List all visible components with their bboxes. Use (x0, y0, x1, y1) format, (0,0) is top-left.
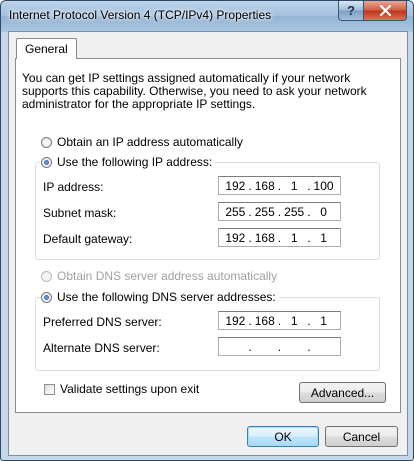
octet-dot: . (277, 178, 282, 193)
octet: 192 (225, 230, 246, 245)
dialog-window: Internet Protocol Version 4 (TCP/IPv4) P… (0, 0, 414, 461)
octet-dot: . (307, 230, 311, 245)
octet-dot: . (277, 204, 282, 219)
octet: 168 (254, 313, 275, 328)
octet-dot: . (307, 339, 311, 354)
use-following-ip-radio[interactable]: Use the following IP address: (41, 155, 216, 169)
title-bar[interactable]: Internet Protocol Version 4 (TCP/IPv4) P… (1, 1, 413, 31)
close-button[interactable] (363, 1, 407, 21)
octet: 168 (254, 230, 275, 245)
default-gateway-label: Default gateway: (43, 232, 133, 246)
general-tab-panel: You can get IP settings assigned automat… (15, 58, 401, 413)
octet: 100 (313, 178, 334, 193)
use-following-dns-label: Use the following DNS server addresses: (57, 290, 276, 304)
ok-button[interactable]: OK (247, 426, 319, 447)
advanced-button[interactable]: Advanced... (299, 382, 386, 403)
help-button[interactable]: ? (338, 1, 364, 21)
octet: 0 (320, 204, 327, 219)
use-following-ip-label: Use the following IP address: (57, 155, 213, 169)
obtain-ip-auto-label: Obtain an IP address automatically (57, 135, 243, 149)
radio-circle (41, 136, 52, 148)
octet: 192 (225, 178, 246, 193)
octet-dot: . (277, 230, 282, 245)
octet-dot: . (277, 339, 282, 354)
cancel-button[interactable]: Cancel (325, 426, 398, 447)
validate-settings-checkbox[interactable]: Validate settings upon exit (44, 382, 199, 396)
description-text: You can get IP settings assigned automat… (22, 71, 367, 111)
close-icon (379, 5, 391, 16)
obtain-ip-auto-radio[interactable]: Obtain an IP address automatically (41, 135, 243, 149)
octet: 255 (225, 204, 246, 219)
octet-dot: . (307, 178, 311, 193)
octet: 168 (254, 178, 275, 193)
radio-circle (41, 156, 52, 168)
tab-general[interactable]: General (16, 38, 77, 59)
ip-address-input[interactable]: 192. 168. 1. 100 (218, 176, 341, 195)
obtain-dns-auto-label: Obtain DNS server address automatically (57, 269, 278, 283)
use-following-dns-radio[interactable]: Use the following DNS server addresses: (41, 290, 279, 304)
octet: 255 (254, 204, 275, 219)
subnet-mask-input[interactable]: 255. 255. 255. 0 (218, 202, 341, 221)
octet-dot: . (307, 313, 311, 328)
preferred-dns-label: Preferred DNS server: (43, 315, 162, 329)
octet: 1 (290, 313, 298, 328)
octet-dot: . (248, 230, 252, 245)
octet-dot: . (277, 313, 282, 328)
alternate-dns-input[interactable]: . . . (218, 337, 341, 356)
ip-address-label: IP address: (43, 180, 104, 194)
default-gateway-input[interactable]: 192. 168. 1. 1 (218, 228, 341, 247)
radio-circle (41, 291, 52, 303)
octet: 1 (320, 230, 327, 245)
subnet-mask-label: Subnet mask: (43, 206, 117, 220)
octet-dot: . (248, 339, 252, 354)
window-title: Internet Protocol Version 4 (TCP/IPv4) P… (9, 8, 272, 22)
octet: 1 (290, 178, 298, 193)
octet-dot: . (307, 204, 311, 219)
radio-circle (41, 270, 52, 282)
help-icon: ? (347, 3, 355, 18)
octet-dot: . (248, 313, 252, 328)
dns-server-group (35, 297, 380, 371)
validate-settings-label: Validate settings upon exit (60, 382, 200, 396)
octet: 1 (320, 313, 327, 328)
alternate-dns-label: Alternate DNS server: (43, 341, 160, 355)
dialog-client-area: General You can get IP settings assigned… (8, 31, 408, 456)
obtain-dns-auto-radio[interactable]: Obtain DNS server address automatically (41, 269, 277, 283)
octet: 192 (225, 313, 246, 328)
octet: 1 (290, 230, 298, 245)
preferred-dns-input[interactable]: 192. 168. 1. 1 (218, 311, 341, 330)
octet-dot: . (248, 178, 252, 193)
octet: 255 (284, 204, 305, 219)
checkbox-box (44, 383, 55, 395)
octet-dot: . (248, 204, 252, 219)
